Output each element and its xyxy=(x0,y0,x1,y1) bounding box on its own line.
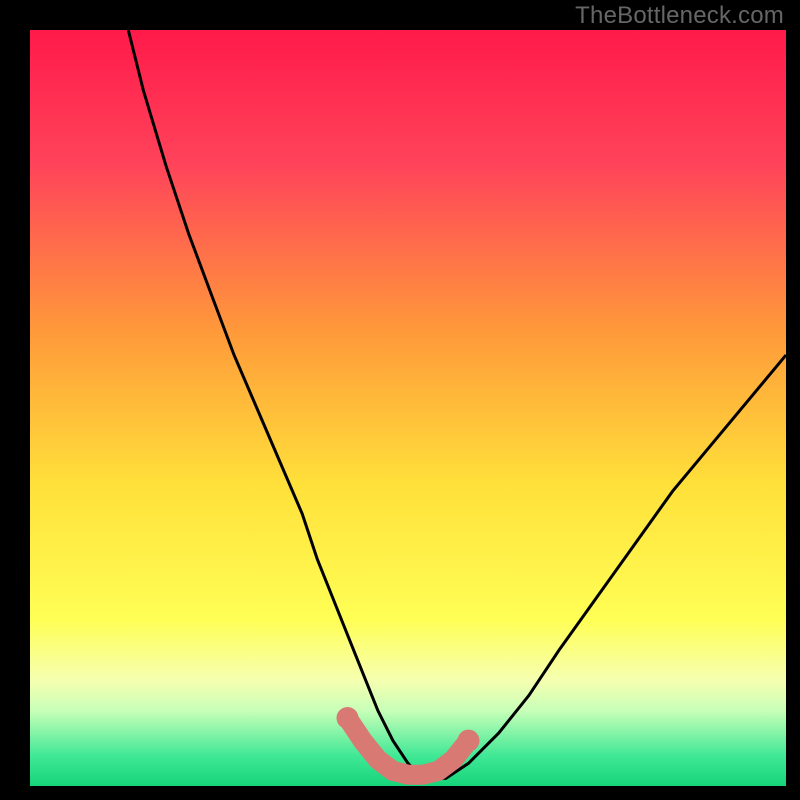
watermark-text: TheBottleneck.com xyxy=(575,2,784,30)
gradient-background xyxy=(30,30,786,786)
bottleneck-chart xyxy=(0,0,800,800)
chart-frame: TheBottleneck.com xyxy=(0,0,800,800)
optimal-marker-dot xyxy=(458,730,480,752)
optimal-marker-dot xyxy=(337,707,359,729)
